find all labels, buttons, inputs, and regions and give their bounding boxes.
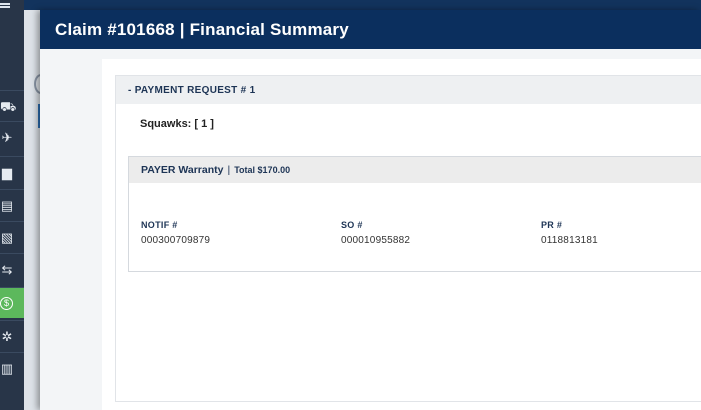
nav-item-network[interactable]: ✲ xyxy=(0,320,24,351)
nav-item-financial[interactable]: $ xyxy=(0,287,24,318)
cart-icon: ▆ xyxy=(2,164,12,180)
financial-summary-panel: Claim #101668 | Financial Summary - PAYM… xyxy=(40,10,701,410)
so-value: 000010955882 xyxy=(341,235,411,246)
pr-value: 0118813181 xyxy=(541,235,598,246)
nav-item-exchange[interactable]: ⇆ xyxy=(0,253,24,284)
exchange-icon: ⇆ xyxy=(1,261,13,277)
truck-icon: ⛟ xyxy=(0,98,17,114)
payment-request-title[interactable]: - PAYMENT REQUEST # 1 xyxy=(128,85,255,96)
nav-item-truck[interactable]: ⛟ xyxy=(0,90,24,121)
pr-label: PR # xyxy=(541,220,563,230)
notif-field: NOTIF # 000300709879 xyxy=(141,220,210,246)
document-icon: ▤ xyxy=(0,197,14,213)
so-field: SO # 000010955882 xyxy=(341,220,410,246)
nav-item-cart[interactable]: ▆ xyxy=(0,156,24,187)
document-arrow-icon: ▧ xyxy=(0,229,14,245)
airplane-icon: ✈ xyxy=(1,129,13,145)
dollar-icon: $ xyxy=(0,296,13,310)
panel-header: Claim #101668 | Financial Summary xyxy=(40,10,701,49)
top-header-strip xyxy=(24,0,701,10)
pr-field: PR # 0118813181 xyxy=(541,220,598,246)
payment-request-card: - PAYMENT REQUEST # 1 Squawks: [ 1 ] PAY… xyxy=(115,75,701,402)
nav-item-reports[interactable]: ▥ xyxy=(0,352,24,383)
nav-item-document-arrow[interactable]: ▧ xyxy=(0,221,24,252)
nav-item-document[interactable]: ▤ xyxy=(0,189,24,220)
payer-card: PAYER Warranty | Total $170.00 NOTIF # 0… xyxy=(128,156,701,272)
payment-request-header[interactable]: - PAYMENT REQUEST # 1 xyxy=(116,76,701,104)
payer-total: Total $170.00 xyxy=(234,165,291,175)
payer-header: PAYER Warranty | Total $170.00 xyxy=(129,157,701,183)
notif-label: NOTIF # xyxy=(141,220,178,230)
panel-body: - PAYMENT REQUEST # 1 Squawks: [ 1 ] PAY… xyxy=(102,59,701,410)
network-icon: ✲ xyxy=(1,328,13,344)
nav-item-airplane[interactable]: ✈ xyxy=(0,121,24,152)
panel-title: Claim #101668 | Financial Summary xyxy=(55,19,349,39)
hamburger-menu-icon[interactable] xyxy=(0,0,24,12)
squawks-count: Squawks: [ 1 ] xyxy=(140,118,214,130)
payer-label: PAYER Warranty xyxy=(141,164,224,176)
side-nav: ⛟ ✈ ▆ ▤ ▧ ⇆ $ ✲ ▥ xyxy=(0,0,24,410)
so-label: SO # xyxy=(341,220,363,230)
notif-value: 000300709879 xyxy=(141,235,211,246)
payer-separator: | xyxy=(227,164,231,176)
bar-chart-icon: ▥ xyxy=(0,360,14,376)
